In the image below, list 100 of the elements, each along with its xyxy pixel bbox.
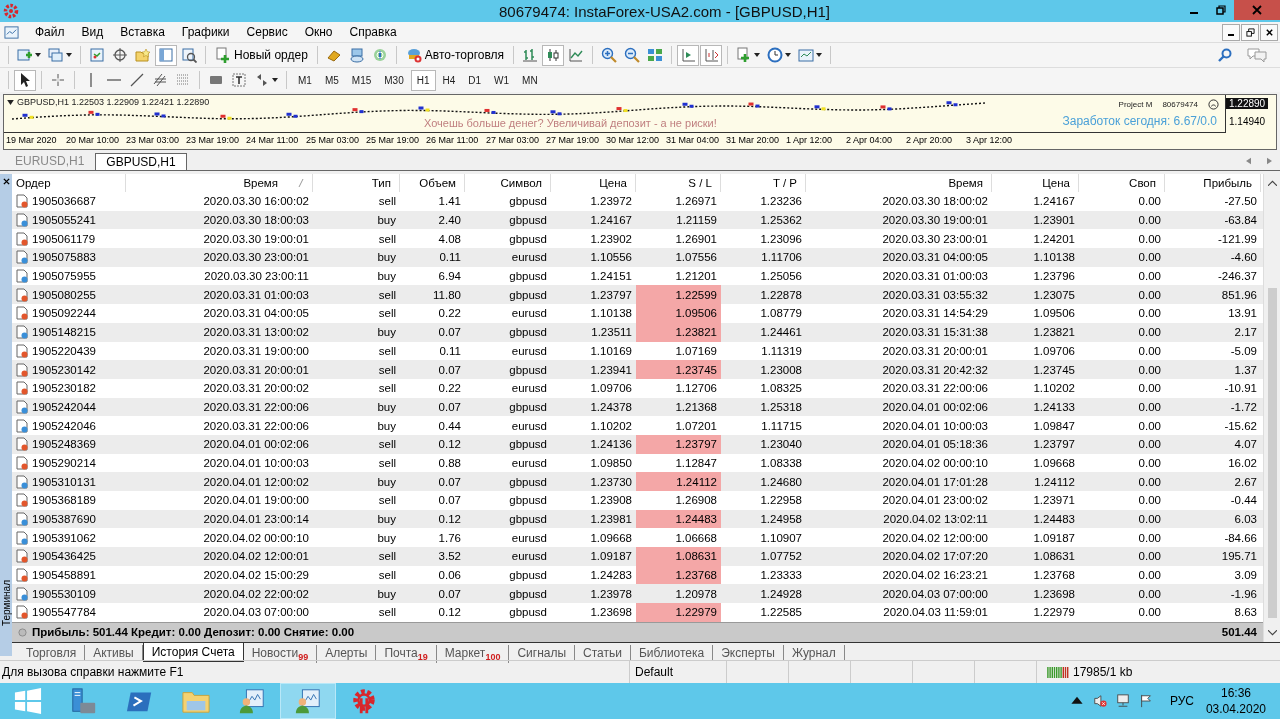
- new-order-button[interactable]: Новый ордер: [211, 44, 312, 66]
- column-header[interactable]: Ордер: [12, 174, 126, 192]
- speaker-muted-icon[interactable]: [1092, 694, 1107, 708]
- close-button[interactable]: [1260, 23, 1278, 41]
- menu-item[interactable]: Вставка: [112, 25, 174, 39]
- column-header[interactable]: T / P: [721, 174, 806, 192]
- column-header[interactable]: Цена: [551, 174, 636, 192]
- cursor-button[interactable]: [14, 69, 36, 91]
- table-cell-text: 1.26971: [674, 194, 718, 210]
- menu-item[interactable]: Сервис: [238, 25, 297, 39]
- caret-icon: [785, 53, 792, 57]
- scrollbar-thumb[interactable]: [1267, 287, 1277, 618]
- bar-chart-icon: [522, 47, 539, 63]
- scroll-up-icon[interactable]: [1267, 180, 1277, 186]
- time-axis-label: 3 Apr 12:00: [966, 135, 1014, 145]
- timeframe-button[interactable]: H4: [436, 69, 462, 91]
- table-cell-text: eurusd: [510, 250, 548, 266]
- network-icon[interactable]: [1115, 694, 1130, 708]
- autoscroll-icon: [680, 47, 697, 63]
- column-header[interactable]: Своп: [1079, 174, 1165, 192]
- terminal-tab[interactable]: Торговля: [18, 644, 86, 661]
- table-cell-text: 2020.03.31 22:00:06: [202, 418, 310, 434]
- scroll-left-icon[interactable]: [1246, 157, 1251, 165]
- close-icon[interactable]: [2, 178, 10, 185]
- time-axis-label: 27 Mar 03:00: [486, 135, 541, 145]
- table-cell-text: 2020.03.31 03:55:32: [881, 287, 989, 303]
- new-chart-icon: [17, 47, 33, 63]
- terminal-tab[interactable]: Эксперты: [713, 644, 784, 661]
- terminal-taskbar-button[interactable]: [280, 683, 336, 719]
- table-cell-text: 0.00: [1137, 343, 1162, 359]
- column-header[interactable]: S / L: [636, 174, 721, 192]
- autoscroll-button[interactable]: [677, 44, 700, 66]
- table-cell-text: 0.88: [437, 455, 462, 471]
- column-header[interactable]: Объем: [400, 174, 465, 192]
- time-axis-label: 26 Mar 11:00: [426, 135, 480, 145]
- chat-icon[interactable]: [1246, 47, 1268, 63]
- timeframe-button[interactable]: M15: [345, 69, 378, 91]
- table-cell-text: 2020.03.30 16:00:02: [202, 194, 310, 210]
- terminal-panel-icon: [158, 47, 174, 63]
- table-cell-text: 0.00: [1137, 493, 1162, 509]
- column-header[interactable]: Тип: [313, 174, 400, 192]
- timeframe-button[interactable]: W1: [488, 69, 516, 91]
- terminal-tab[interactable]: Статьи: [575, 644, 631, 661]
- minimize-button[interactable]: [1222, 23, 1240, 41]
- table-cell-text: 1.10556: [589, 250, 633, 266]
- clock-date[interactable]: 03.04.2020: [1205, 701, 1266, 717]
- timeframe-button[interactable]: M1: [292, 69, 318, 91]
- column-header[interactable]: Время: [126, 174, 313, 192]
- timeframe-button[interactable]: H1: [410, 69, 436, 91]
- terminal-tab[interactable]: Маркет$_{100}$: [436, 644, 510, 663]
- flag-icon[interactable]: [1138, 694, 1153, 708]
- table-cell-text: 2020.03.31 20:00:01: [881, 343, 989, 359]
- order-document-icon: [16, 605, 28, 620]
- column-header[interactable]: Цена: [992, 174, 1079, 192]
- scroll-right-icon[interactable]: [1267, 157, 1272, 165]
- clock-time[interactable]: 16:36: [1220, 685, 1251, 701]
- scroll-down-icon[interactable]: [1267, 629, 1277, 636]
- menu-item[interactable]: Окно: [296, 25, 342, 39]
- clock-icon: [767, 47, 784, 63]
- chart-shift-button[interactable]: [700, 44, 723, 66]
- terminal-tab[interactable]: Библиотека: [631, 644, 714, 661]
- table-cell-text: -10.91: [1223, 381, 1258, 397]
- table-cell-text: 2020.03.31 22:00:06: [881, 381, 989, 397]
- auto-trading-button[interactable]: Авто-торговля: [401, 44, 509, 66]
- timeframe-button[interactable]: M5: [318, 69, 345, 91]
- table-cell-text: 1.23698: [589, 605, 633, 621]
- terminal-tab[interactable]: Журнал: [783, 644, 845, 661]
- vertical-scrollbar[interactable]: [1263, 174, 1280, 642]
- table-cell-text: 1.23821: [1032, 325, 1076, 341]
- collapse-triangle-icon[interactable]: [7, 99, 14, 105]
- column-header[interactable]: Время: [806, 174, 992, 192]
- timeframe-button[interactable]: MN: [516, 69, 544, 91]
- timeframe-button[interactable]: M30: [378, 69, 410, 91]
- table-cell-text: 2020.04.01 17:01:28: [881, 474, 989, 490]
- table-cell-text: 0.00: [1137, 287, 1162, 303]
- menu-item[interactable]: Файл: [27, 25, 74, 39]
- order-document-icon: [16, 194, 28, 209]
- menu-item[interactable]: Графики: [173, 25, 239, 39]
- table-cell-text: gbpusd: [508, 437, 548, 453]
- table-cell-text: 0.00: [1137, 549, 1162, 565]
- chart-tab[interactable]: GBPUSD,H1: [95, 153, 187, 170]
- restore-button[interactable]: [1241, 23, 1259, 41]
- menu-item[interactable]: Справка: [341, 25, 406, 39]
- table-cell-text: 1.24483: [1032, 512, 1076, 528]
- language-indicator[interactable]: РУС: [1169, 694, 1194, 708]
- column-header[interactable]: Прибыль: [1165, 174, 1261, 192]
- table-cell-text: 2020.03.31 13:00:02: [202, 325, 310, 341]
- menu-item[interactable]: Вид: [73, 25, 113, 39]
- terminal-tab[interactable]: Алерты: [317, 644, 377, 661]
- column-header[interactable]: Символ: [465, 174, 551, 192]
- search-icon[interactable]: [1217, 47, 1233, 63]
- terminal-tab[interactable]: Сигналы: [509, 644, 576, 661]
- table-cell-text: sell: [377, 343, 397, 359]
- candlestick-button[interactable]: [542, 44, 565, 66]
- table-cell-text: 6.03: [1233, 512, 1258, 528]
- terminal-tab[interactable]: Почта$_{19}$: [376, 644, 437, 663]
- terminal-tab[interactable]: Новости$_{99}$: [243, 644, 318, 663]
- timeframe-button[interactable]: D1: [462, 69, 488, 91]
- template-icon: [798, 47, 815, 63]
- terminal-tab[interactable]: Активы: [85, 644, 143, 661]
